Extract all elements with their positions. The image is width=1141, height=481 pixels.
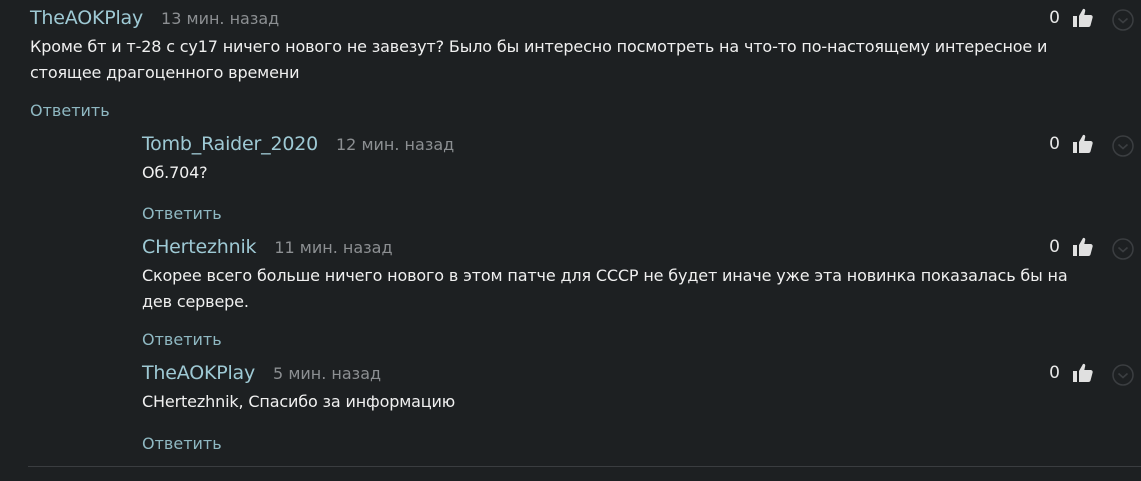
like-count: 0: [1049, 237, 1060, 257]
comment-timestamp: 5 мин. назад: [273, 364, 382, 383]
comment-header: TheAOKPlay 5 мин. назад: [142, 362, 381, 386]
like-count: 0: [1049, 134, 1060, 154]
comment: CHertezhnik 11 мин. назад 0 Скорее всего…: [142, 236, 1141, 351]
comment-header: TheAOKPlay 13 мин. назад: [30, 7, 279, 31]
comment-header: CHertezhnik 11 мин. назад: [142, 236, 393, 260]
vote-controls: 0: [1038, 133, 1141, 157]
thumbs-up-icon[interactable]: [1072, 7, 1094, 29]
vote-down-icon[interactable]: [1112, 238, 1134, 260]
reply-button[interactable]: Ответить: [142, 204, 222, 223]
comment-text: Кроме бт и т-28 с су17 ничего нового не …: [30, 37, 1048, 82]
reply-button[interactable]: Ответить: [142, 330, 222, 349]
comment: TheAOKPlay 5 мин. назад 0 CHertezhnik, С…: [142, 362, 1141, 457]
reply-button[interactable]: Ответить: [30, 101, 110, 120]
comment-author[interactable]: CHertezhnik: [142, 236, 257, 258]
comment-author[interactable]: TheAOKPlay: [30, 7, 143, 29]
vote-down-icon[interactable]: [1112, 9, 1134, 31]
comment-author[interactable]: Tomb_Raider_2020: [142, 133, 318, 155]
comment-thread: TheAOKPlay 13 мин. назад 0 Кроме бт и т-…: [0, 0, 1141, 481]
vote-down-icon[interactable]: [1112, 364, 1134, 386]
like-count: 0: [1049, 8, 1060, 28]
vote-controls: 0: [1038, 362, 1141, 386]
comment-text: Об.704?: [142, 163, 208, 182]
comment-timestamp: 11 мин. назад: [274, 238, 393, 257]
comment: TheAOKPlay 13 мин. назад 0 Кроме бт и т-…: [30, 7, 1141, 120]
thumbs-up-icon[interactable]: [1072, 236, 1094, 258]
comment: Tomb_Raider_2020 12 мин. назад 0 Об.704?…: [142, 133, 1141, 228]
comment-timestamp: 12 мин. назад: [336, 135, 455, 154]
vote-controls: 0: [1038, 7, 1141, 31]
like-count: 0: [1049, 363, 1060, 383]
vote-controls: 0: [1038, 236, 1141, 260]
vote-down-icon[interactable]: [1112, 135, 1134, 157]
comment-text: CHertezhnik, Спасибо за информацию: [142, 392, 456, 411]
comment-text: Скорее всего больше ничего нового в этом…: [142, 266, 1068, 311]
reply-button[interactable]: Ответить: [142, 434, 222, 453]
divider: [28, 466, 1141, 467]
thumbs-up-icon[interactable]: [1072, 362, 1094, 384]
comment-header: Tomb_Raider_2020 12 мин. назад: [142, 133, 454, 157]
thumbs-up-icon[interactable]: [1072, 133, 1094, 155]
comment-author[interactable]: TheAOKPlay: [142, 362, 255, 384]
comment-timestamp: 13 мин. назад: [161, 9, 280, 28]
